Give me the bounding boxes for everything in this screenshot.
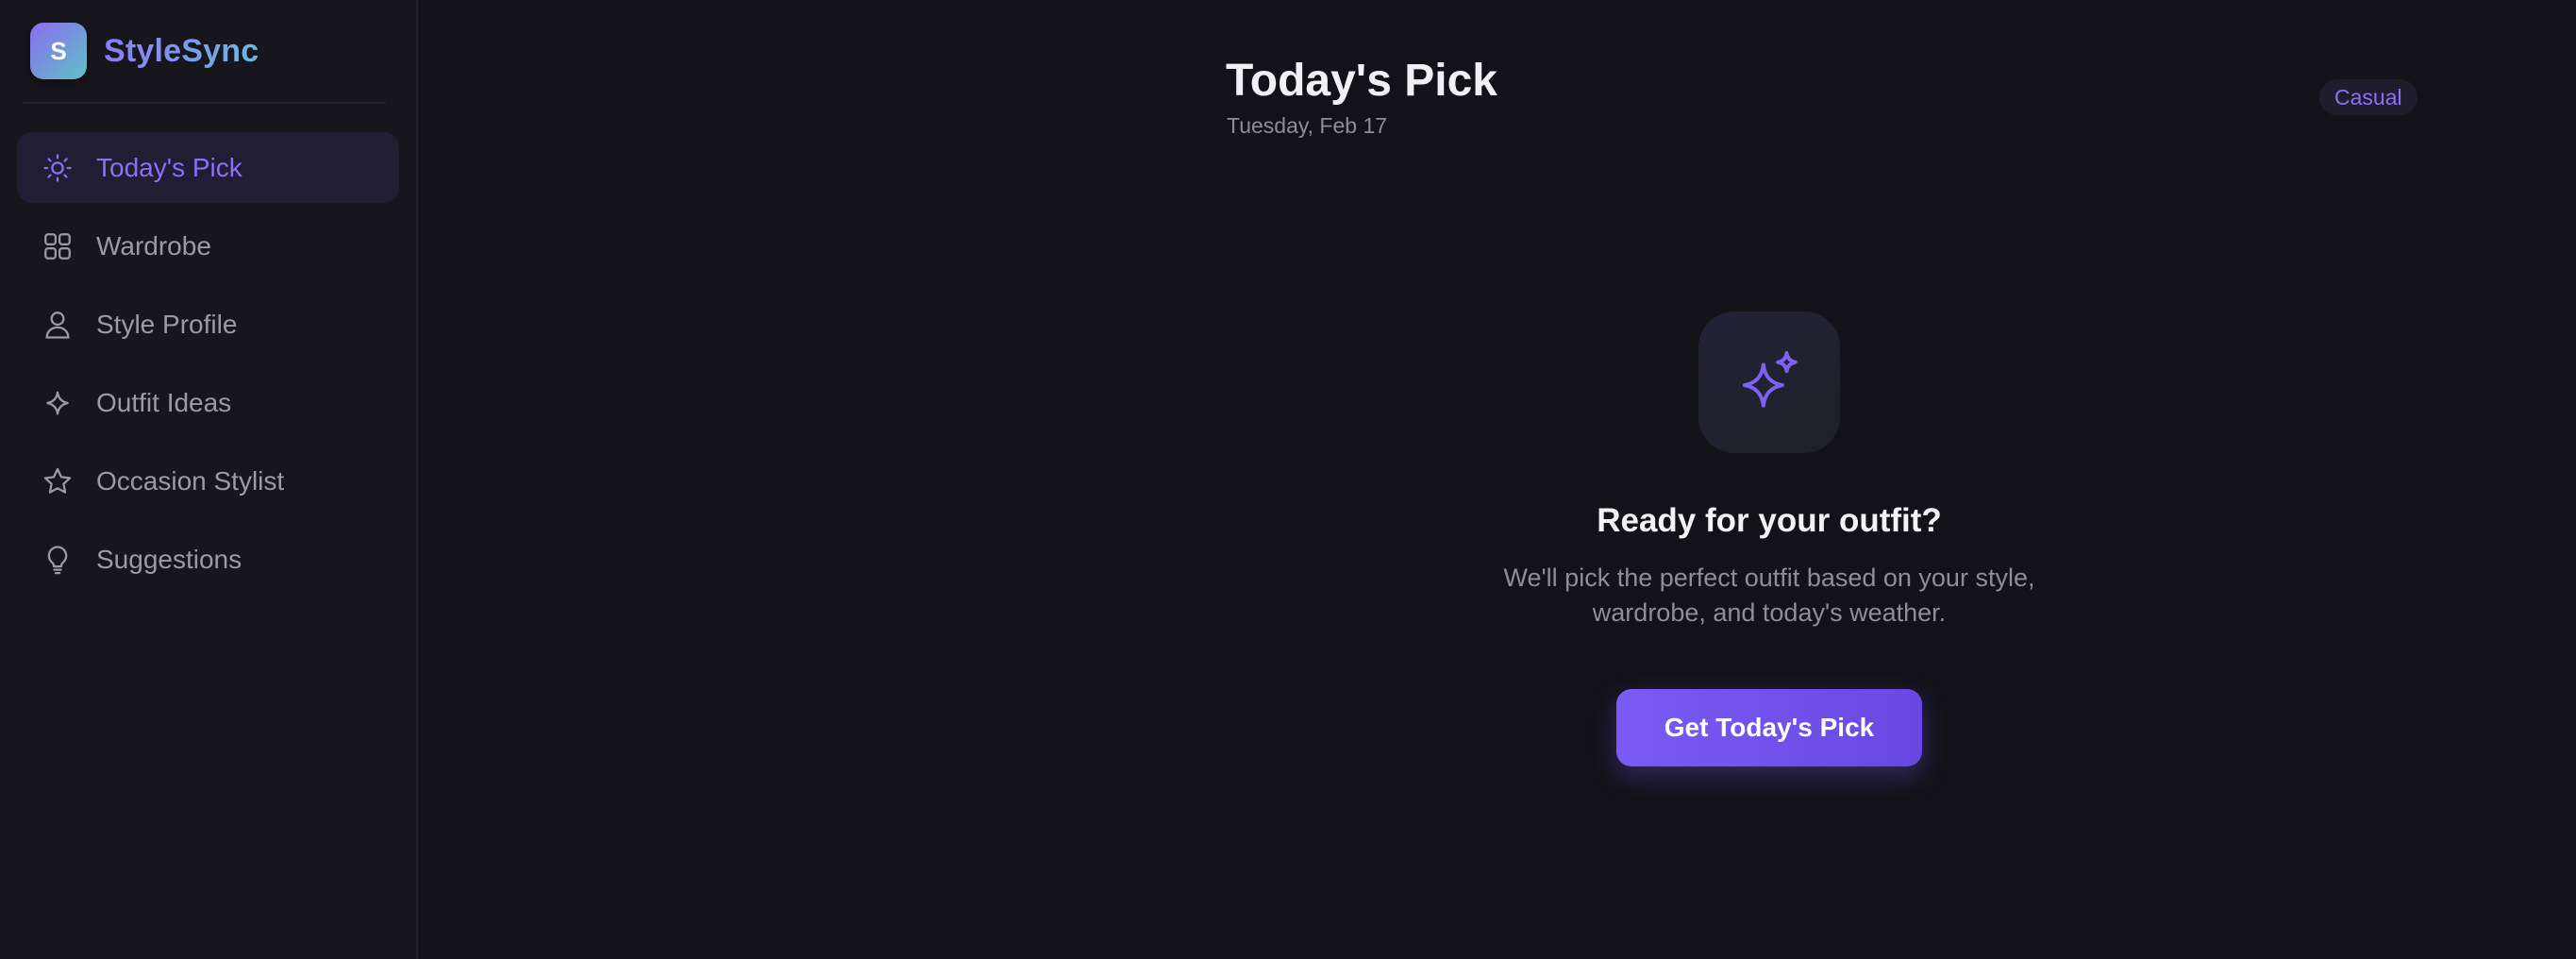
sidebar-item-label: Style Profile xyxy=(96,309,238,339)
sidebar-item-suggestions[interactable]: Suggestions xyxy=(17,524,399,595)
sparkles-icon xyxy=(1698,311,1840,453)
sidebar-item-label: Occasion Stylist xyxy=(96,465,285,496)
page-date: Tuesday, Feb 17 xyxy=(1227,113,1388,138)
page-title: Today's Pick xyxy=(1226,56,1497,106)
main-content: Today's Pick Tuesday, Feb 17 Casual Read… xyxy=(418,0,2576,959)
star-icon xyxy=(42,465,74,497)
sun-icon xyxy=(42,152,74,184)
style-badge: Casual xyxy=(2319,79,2417,115)
brand-name: StyleSync xyxy=(104,32,259,69)
sidebar-item-label: Wardrobe xyxy=(96,230,211,261)
sidebar: S StyleSync Today's Pick Wardrobe Style … xyxy=(0,0,418,959)
sidebar-item-wardrobe[interactable]: Wardrobe xyxy=(17,210,399,281)
get-todays-pick-button[interactable]: Get Today's Pick xyxy=(1616,689,1922,766)
sidebar-item-todays-pick[interactable]: Today's Pick xyxy=(17,132,399,203)
lightbulb-icon xyxy=(42,544,74,576)
empty-state-description: We'll pick the perfect outfit based on y… xyxy=(1503,564,2035,627)
brand-logo: S xyxy=(30,23,87,79)
sidebar-item-outfit-ideas[interactable]: Outfit Ideas xyxy=(17,367,399,438)
empty-state: Ready for your outfit? We'll pick the pe… xyxy=(1439,311,2099,766)
sparkle-icon xyxy=(42,387,74,419)
grid-icon xyxy=(42,230,74,262)
sidebar-nav: Today's Pick Wardrobe Style Profile Outf… xyxy=(0,104,416,598)
sidebar-item-style-profile[interactable]: Style Profile xyxy=(17,289,399,360)
brand[interactable]: S StyleSync xyxy=(23,0,386,104)
sidebar-item-label: Outfit Ideas xyxy=(96,387,232,417)
sidebar-item-label: Suggestions xyxy=(96,544,243,574)
app-root: S StyleSync Today's Pick Wardrobe Style … xyxy=(0,0,2576,959)
sidebar-item-label: Today's Pick xyxy=(96,152,243,182)
user-icon xyxy=(42,309,74,341)
empty-state-title: Ready for your outfit? xyxy=(1597,502,1942,539)
sidebar-item-occasion-stylist[interactable]: Occasion Stylist xyxy=(17,446,399,516)
